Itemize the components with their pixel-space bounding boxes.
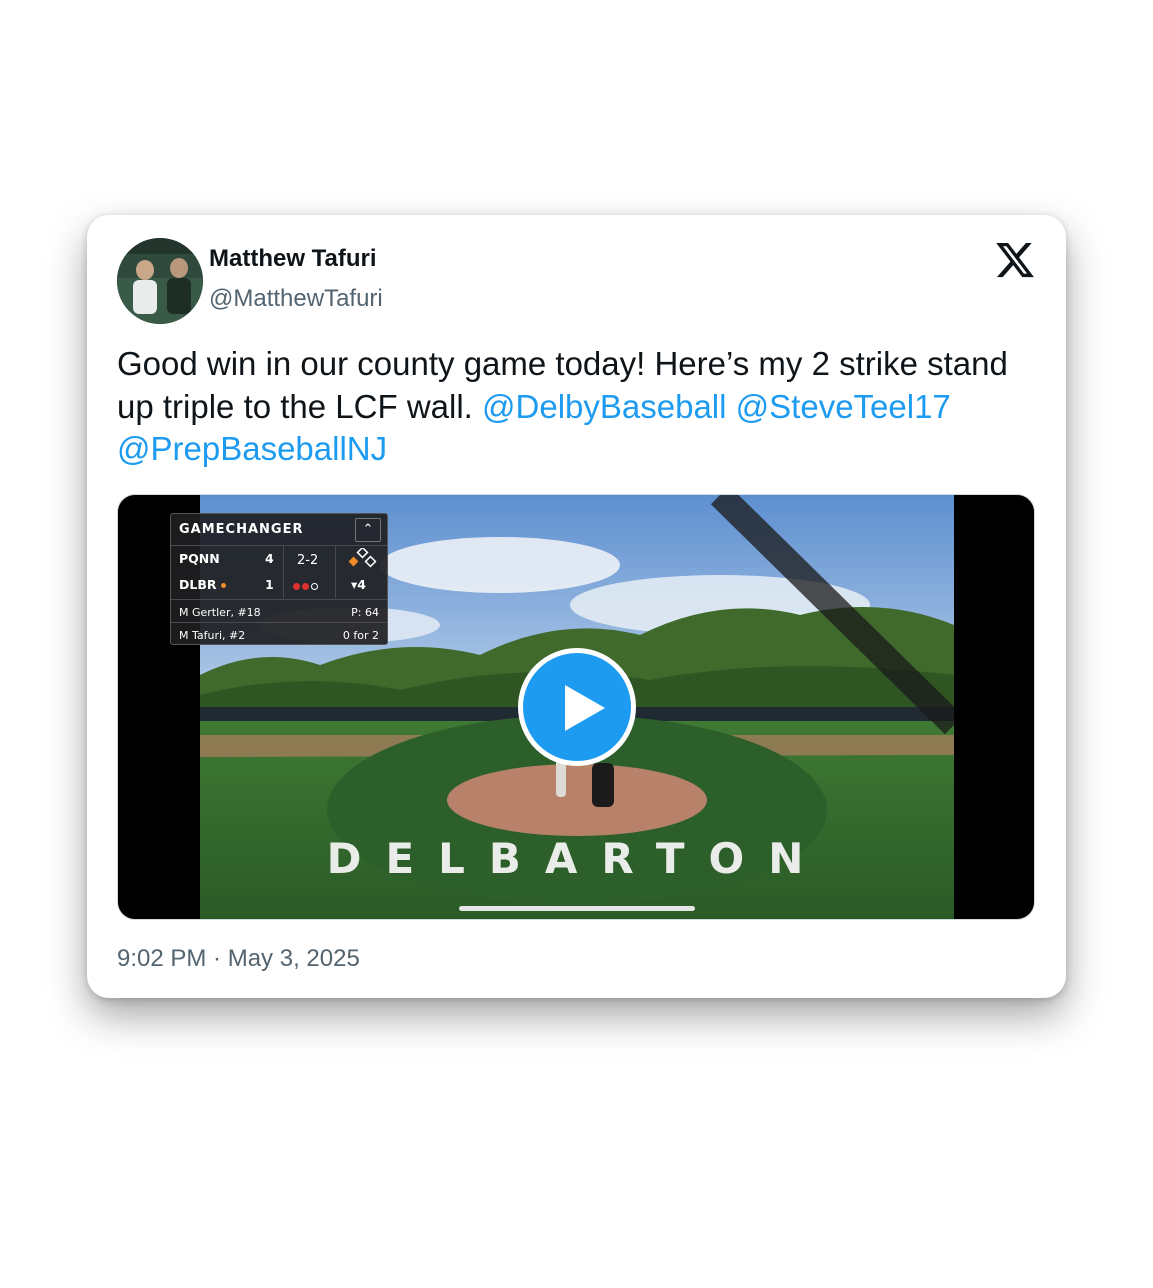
team2-score: 1 [265,577,274,592]
scoreboard-title: GAMECHANGER [179,522,304,537]
team2-label: DLBR [179,577,217,592]
divider [283,545,284,598]
divider [171,622,387,623]
out-dot-icon [293,583,300,590]
tweet-timestamp[interactable]: 9:02 PM · May 3, 2025 [117,945,360,973]
inning-indicator: ▾4 [351,577,366,592]
batter-stats: 0 for 2 [342,629,379,642]
batter-name: M Tafuri, #2 [179,629,246,642]
team1-name: PQNN [179,551,220,566]
team2-name: DLBR [179,577,228,592]
divider [171,545,387,546]
chevron-up-icon[interactable]: ⌃ [355,518,381,542]
mention-link[interactable]: @PrepBaseballNJ [117,430,387,467]
tweet-text: Good win in our county game today! Here’… [117,343,1037,471]
scoreboard-overlay: GAMECHANGER ⌃ PQNN 4 DLBR 1 2-2 ▾4 M Ger… [170,513,388,645]
pitch-count: P: 64 [351,606,379,619]
play-button[interactable] [518,648,636,766]
out-dot-icon [311,583,318,590]
ball-strike-count: 2-2 [297,553,319,568]
divider [171,599,387,600]
play-icon [565,685,605,731]
author-name[interactable]: Matthew Tafuri [209,245,377,273]
author-handle[interactable]: @MatthewTafuri [209,285,383,313]
field-lettering: DELBARTON [327,834,828,883]
out-dot-icon [302,583,309,590]
mention-link[interactable]: @DelbyBaseball [482,388,726,425]
video-progress-bar[interactable] [459,906,695,911]
x-logo-icon[interactable] [994,239,1036,281]
outs-indicator [293,578,320,593]
avatar[interactable] [117,238,203,324]
pitcher-name: M Gertler, #18 [179,606,261,619]
bases-diamond-icon [347,546,377,577]
divider [335,545,336,598]
video-player[interactable]: DELBARTON GAMECHANGER ⌃ PQNN 4 DLBR 1 2-… [117,494,1035,920]
mention-link[interactable]: @SteveTeel17 [736,388,951,425]
team1-score: 4 [265,551,274,566]
tweet-card: Matthew Tafuri @MatthewTafuri Good win i… [87,215,1066,998]
batting-indicator-icon [220,583,226,588]
